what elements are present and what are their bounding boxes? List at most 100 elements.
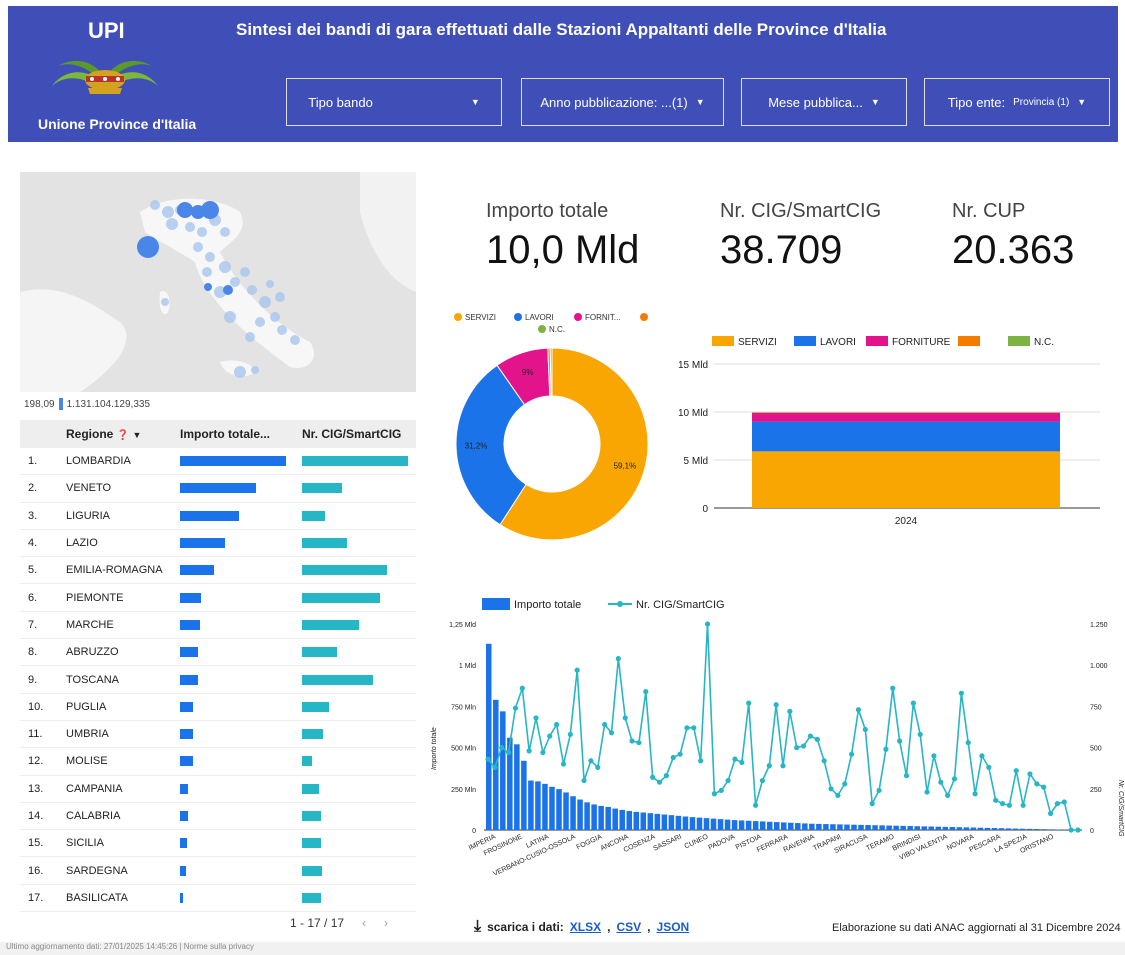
cig-point[interactable] <box>643 688 649 695</box>
province-bar[interactable] <box>1019 828 1026 830</box>
province-bar[interactable] <box>710 818 717 830</box>
province-bar[interactable] <box>605 806 611 830</box>
province-bar[interactable] <box>942 826 949 830</box>
table-row[interactable]: 2. VENETO <box>20 475 416 503</box>
province-bar[interactable] <box>647 813 654 830</box>
cig-point[interactable] <box>814 736 820 742</box>
province-bar[interactable] <box>879 825 885 830</box>
col-cig[interactable]: Nr. CIG/SmartCIG <box>302 427 416 441</box>
province-bar[interactable] <box>970 827 977 830</box>
province-bar[interactable] <box>984 827 991 830</box>
province-bar[interactable] <box>788 822 794 830</box>
province-bar[interactable] <box>668 815 675 830</box>
italy-bubble-map[interactable] <box>20 172 416 392</box>
cig-point[interactable] <box>855 707 862 713</box>
cig-point[interactable] <box>842 781 848 787</box>
filter-tipo-bando[interactable]: Tipo bando ▼ <box>286 78 502 126</box>
cig-point[interactable] <box>890 685 896 691</box>
table-row[interactable]: 3. LIGURIA <box>20 503 416 530</box>
cig-point[interactable] <box>595 764 601 770</box>
cig-point[interactable] <box>560 761 567 767</box>
province-bar[interactable] <box>717 819 724 830</box>
table-row[interactable]: 5. EMILIA-ROMAGNA <box>20 557 416 585</box>
cig-point[interactable] <box>732 756 738 762</box>
province-bar[interactable] <box>773 822 780 830</box>
cig-point[interactable] <box>499 745 505 751</box>
cig-point[interactable] <box>999 801 1006 807</box>
donut-chart[interactable]: SERVIZI LAVORI FORNIT... N.C. 59,1% 31,2% 9% <box>440 306 670 556</box>
province-bar[interactable] <box>752 821 759 830</box>
cig-point[interactable] <box>677 751 683 757</box>
table-row[interactable]: 16. SARDEGNA <box>20 857 416 885</box>
cig-point[interactable] <box>554 721 560 728</box>
cig-point[interactable] <box>979 753 985 759</box>
table-row[interactable]: 11. UMBRIA <box>20 721 416 749</box>
footer-text[interactable]: Ultimo aggiornamento dati: 27/01/2025 14… <box>6 942 254 951</box>
cig-point[interactable] <box>670 754 676 761</box>
province-bar[interactable] <box>949 827 956 830</box>
province-bar[interactable] <box>696 817 703 830</box>
province-bar[interactable] <box>830 824 836 830</box>
province-bar[interactable] <box>928 826 935 830</box>
province-bar[interactable] <box>661 814 668 830</box>
cig-point[interactable] <box>951 776 958 782</box>
province-bar[interactable] <box>781 822 787 830</box>
cig-point[interactable] <box>650 774 656 780</box>
cig-point[interactable] <box>766 763 772 769</box>
province-bar[interactable] <box>900 825 906 830</box>
province-bar[interactable] <box>577 799 583 830</box>
cig-point[interactable] <box>835 792 841 798</box>
cig-point[interactable] <box>752 802 759 808</box>
province-bar[interactable] <box>1033 829 1040 830</box>
download-json-link[interactable]: JSON <box>657 920 690 934</box>
province-bar[interactable] <box>1012 828 1019 830</box>
stacked-bar-chart[interactable]: SERVIZI LAVORI FORNITURE N.C. 0 5 Mld 10 Mld 15… <box>676 326 1116 536</box>
cig-point[interactable] <box>1034 781 1040 787</box>
cig-point[interactable] <box>773 702 779 708</box>
table-row[interactable]: 6. PIEMONTE <box>20 584 416 612</box>
cig-point[interactable] <box>1054 801 1061 807</box>
cig-point[interactable] <box>1075 827 1081 833</box>
province-bar[interactable] <box>549 786 555 830</box>
cig-point[interactable] <box>787 708 793 714</box>
donut-slice[interactable] <box>549 347 553 397</box>
cig-point[interactable] <box>931 753 937 759</box>
cig-point[interactable] <box>663 773 669 779</box>
province-bar[interactable] <box>745 820 752 830</box>
province-bar[interactable] <box>851 824 857 830</box>
table-row[interactable]: 13. CAMPANIA <box>20 776 416 803</box>
cig-point[interactable] <box>684 725 690 731</box>
province-bar[interactable] <box>521 760 527 830</box>
table-row[interactable]: 12. MOLISE <box>20 748 416 776</box>
cig-point[interactable] <box>993 797 999 803</box>
cig-point[interactable] <box>800 743 807 749</box>
cig-point[interactable] <box>512 705 519 711</box>
download-xlsx-link[interactable]: XLSX <box>570 920 601 934</box>
province-bar[interactable] <box>872 825 878 830</box>
province-bar[interactable] <box>914 826 920 830</box>
cig-point[interactable] <box>739 759 745 766</box>
province-bar[interactable] <box>654 813 661 830</box>
province-bar[interactable] <box>823 824 829 830</box>
cig-point[interactable] <box>917 731 923 738</box>
cig-point[interactable] <box>876 787 882 794</box>
province-bar[interactable] <box>886 825 892 830</box>
province-bar[interactable] <box>563 792 569 830</box>
cig-point[interactable] <box>897 738 903 744</box>
province-bar[interactable] <box>956 827 963 830</box>
province-bar[interactable] <box>703 818 710 830</box>
cig-point[interactable] <box>698 758 704 764</box>
province-bar[interactable] <box>1047 829 1054 830</box>
cig-point[interactable] <box>581 777 587 784</box>
province-bar[interactable] <box>612 808 618 830</box>
province-bar[interactable] <box>724 819 731 830</box>
cig-point[interactable] <box>869 801 875 807</box>
province-bar[interactable] <box>935 826 942 830</box>
help-icon[interactable]: ❓ <box>117 430 129 441</box>
province-bar[interactable] <box>633 811 640 830</box>
cig-point[interactable] <box>1013 768 1019 774</box>
province-bar[interactable] <box>816 823 822 830</box>
cig-point[interactable] <box>636 740 642 746</box>
table-row[interactable]: 15. SICILIA <box>20 830 416 858</box>
province-bar[interactable] <box>528 780 534 830</box>
